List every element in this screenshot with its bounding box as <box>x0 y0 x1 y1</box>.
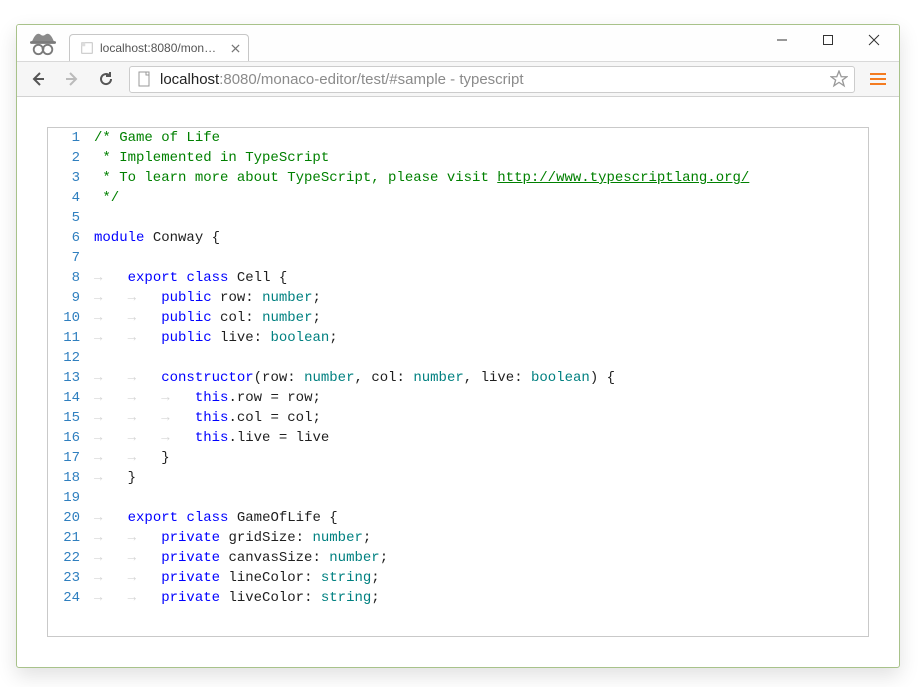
line-number: 5 <box>48 208 94 228</box>
line-code: → → private liveColor: string; <box>94 588 868 608</box>
editor-line[interactable]: 1/* Game of Life <box>48 128 868 148</box>
editor-line[interactable]: 22→ → private canvasSize: number; <box>48 548 868 568</box>
editor-line[interactable]: 21→ → private gridSize: number; <box>48 528 868 548</box>
omnibox-path: :8080/monaco-editor/test/#sample - types… <box>219 71 523 88</box>
line-number: 1 <box>48 128 94 148</box>
line-code <box>94 208 868 228</box>
editor-line[interactable]: 17→ → } <box>48 448 868 468</box>
line-number: 15 <box>48 408 94 428</box>
browser-tab[interactable]: localhost:8080/monaco-ed <box>69 34 249 61</box>
editor-line[interactable]: 24→ → private liveColor: string; <box>48 588 868 608</box>
line-code: * To learn more about TypeScript, please… <box>94 168 868 188</box>
tab-favicon-icon <box>80 41 94 55</box>
line-number: 8 <box>48 268 94 288</box>
line-code: → → → this.live = live <box>94 428 868 448</box>
line-code: → export class GameOfLife { <box>94 508 868 528</box>
line-code: → → public col: number; <box>94 308 868 328</box>
line-number: 21 <box>48 528 94 548</box>
line-number: 6 <box>48 228 94 248</box>
page-content: 1/* Game of Life2 * Implemented in TypeS… <box>17 97 899 667</box>
tab-title: localhost:8080/monaco-ed <box>100 41 220 55</box>
editor-line[interactable]: 16→ → → this.live = live <box>48 428 868 448</box>
editor-line[interactable]: 12 <box>48 348 868 368</box>
line-code: → → → this.row = row; <box>94 388 868 408</box>
line-number: 12 <box>48 348 94 368</box>
titlebar: localhost:8080/monaco-ed <box>17 25 899 61</box>
editor-line[interactable]: 5 <box>48 208 868 228</box>
editor-line[interactable]: 10→ → public col: number; <box>48 308 868 328</box>
reload-button[interactable] <box>91 65 121 93</box>
window-controls <box>759 25 897 55</box>
line-number: 23 <box>48 568 94 588</box>
line-number: 3 <box>48 168 94 188</box>
line-code: → → constructor(row: number, col: number… <box>94 368 868 388</box>
line-number: 11 <box>48 328 94 348</box>
line-number: 4 <box>48 188 94 208</box>
line-code: → → public row: number; <box>94 288 868 308</box>
window-minimize-button[interactable] <box>759 25 805 55</box>
line-number: 18 <box>48 468 94 488</box>
line-number: 22 <box>48 548 94 568</box>
line-number: 16 <box>48 428 94 448</box>
editor-line[interactable]: 6module Conway { <box>48 228 868 248</box>
hamburger-icon <box>870 78 886 80</box>
line-code <box>94 348 868 368</box>
line-code: → → private gridSize: number; <box>94 528 868 548</box>
line-number: 17 <box>48 448 94 468</box>
omnibox-url: localhost:8080/monaco-editor/test/#sampl… <box>160 71 830 88</box>
line-number: 13 <box>48 368 94 388</box>
omnibox-host: localhost <box>160 71 219 88</box>
page-icon <box>136 71 152 87</box>
editor-line[interactable]: 7 <box>48 248 868 268</box>
bookmark-star-icon[interactable] <box>830 70 848 88</box>
line-number: 24 <box>48 588 94 608</box>
code-editor[interactable]: 1/* Game of Life2 * Implemented in TypeS… <box>47 127 869 637</box>
editor-line[interactable]: 3 * To learn more about TypeScript, plea… <box>48 168 868 188</box>
editor-line[interactable]: 11→ → public live: boolean; <box>48 328 868 348</box>
editor-line[interactable]: 13→ → constructor(row: number, col: numb… <box>48 368 868 388</box>
editor-line[interactable]: 2 * Implemented in TypeScript <box>48 148 868 168</box>
forward-button[interactable] <box>57 65 87 93</box>
browser-window: localhost:8080/monaco-ed <box>16 24 900 668</box>
menu-button[interactable] <box>863 65 893 93</box>
line-number: 14 <box>48 388 94 408</box>
line-code: → → } <box>94 448 868 468</box>
editor-line[interactable]: 4 */ <box>48 188 868 208</box>
editor-line[interactable]: 15→ → → this.col = col; <box>48 408 868 428</box>
line-code <box>94 248 868 268</box>
back-button[interactable] <box>23 65 53 93</box>
editor-line[interactable]: 20→ export class GameOfLife { <box>48 508 868 528</box>
line-number: 20 <box>48 508 94 528</box>
editor-line[interactable]: 23→ → private lineColor: string; <box>48 568 868 588</box>
editor-line[interactable]: 14→ → → this.row = row; <box>48 388 868 408</box>
line-code: * Implemented in TypeScript <box>94 148 868 168</box>
line-code: → } <box>94 468 868 488</box>
editor-line[interactable]: 19 <box>48 488 868 508</box>
browser-toolbar: localhost:8080/monaco-editor/test/#sampl… <box>17 61 899 97</box>
line-number: 7 <box>48 248 94 268</box>
editor-lines: 1/* Game of Life2 * Implemented in TypeS… <box>48 128 868 608</box>
line-code: → export class Cell { <box>94 268 868 288</box>
line-number: 9 <box>48 288 94 308</box>
window-maximize-button[interactable] <box>805 25 851 55</box>
incognito-icon <box>17 25 69 61</box>
line-code: module Conway { <box>94 228 868 248</box>
line-number: 2 <box>48 148 94 168</box>
line-code: → → public live: boolean; <box>94 328 868 348</box>
editor-line[interactable]: 8→ export class Cell { <box>48 268 868 288</box>
line-code: /* Game of Life <box>94 128 868 148</box>
line-code: → → → this.col = col; <box>94 408 868 428</box>
line-code <box>94 488 868 508</box>
address-bar[interactable]: localhost:8080/monaco-editor/test/#sampl… <box>129 66 855 93</box>
line-code: → → private canvasSize: number; <box>94 548 868 568</box>
tab-close-button[interactable] <box>228 41 242 55</box>
line-code: */ <box>94 188 868 208</box>
editor-line[interactable]: 18→ } <box>48 468 868 488</box>
line-code: → → private lineColor: string; <box>94 568 868 588</box>
editor-line[interactable]: 9→ → public row: number; <box>48 288 868 308</box>
window-close-button[interactable] <box>851 25 897 55</box>
line-number: 10 <box>48 308 94 328</box>
line-number: 19 <box>48 488 94 508</box>
